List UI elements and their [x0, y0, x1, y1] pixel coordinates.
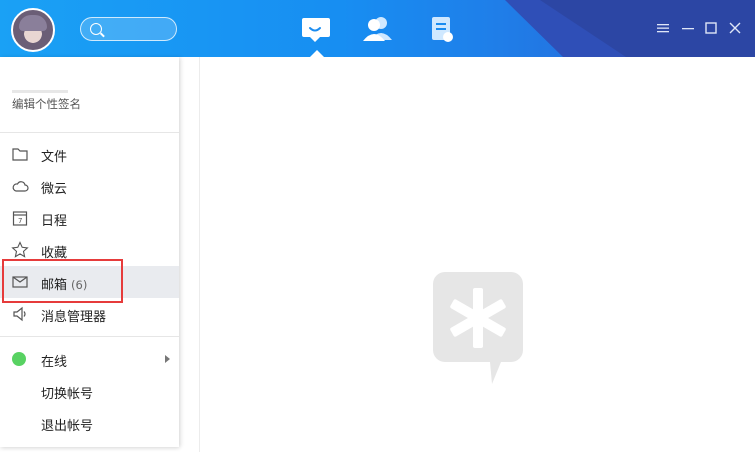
maximize-button[interactable] — [704, 20, 718, 34]
menu-item-label: 退出帐号 — [41, 419, 94, 434]
online-status-icon — [12, 352, 26, 366]
tab-messages[interactable] — [298, 14, 332, 44]
selected-tab-indicator — [310, 50, 324, 57]
menu-item-weiyun[interactable]: 微云 — [0, 170, 179, 202]
empty-state-logo-icon — [433, 272, 523, 384]
menu-item-label: 在线 — [41, 355, 68, 370]
cloud-icon — [12, 181, 29, 192]
title-bar — [0, 0, 755, 57]
speaker-icon — [13, 306, 26, 322]
menu-item-label: 切换帐号 — [41, 387, 94, 402]
content-divider — [199, 57, 200, 452]
folder-icon — [12, 148, 28, 161]
search-box[interactable] — [80, 17, 177, 41]
star-icon — [11, 241, 29, 258]
svg-text:7: 7 — [18, 217, 22, 225]
menu-item-logout[interactable]: 退出帐号 — [0, 407, 179, 439]
menu-item-label: 日程 — [41, 214, 68, 229]
submenu-arrow-icon — [165, 355, 170, 363]
menu-icon — [657, 24, 669, 33]
search-input[interactable] — [107, 21, 171, 37]
tab-space[interactable] — [425, 14, 459, 44]
divider — [0, 132, 179, 133]
close-icon — [729, 22, 741, 34]
close-button[interactable] — [728, 20, 742, 34]
maximize-icon — [705, 22, 717, 34]
menu-button[interactable] — [656, 20, 670, 34]
avatar[interactable] — [11, 8, 55, 52]
profile-menu-panel: 编辑个性签名 文件 微云 7 日程 收藏 邮箱 (6) 消息管理器 在线 切换帐… — [0, 57, 179, 447]
menu-item-switch-account[interactable]: 切换帐号 — [0, 375, 179, 407]
notes-icon — [432, 17, 453, 42]
search-icon — [90, 23, 102, 35]
highlight-annotation — [2, 259, 123, 303]
chat-bubble-icon — [302, 18, 330, 42]
menu-item-label: 文件 — [41, 150, 68, 165]
menu-item-label: 微云 — [41, 182, 68, 197]
menu-item-online-status[interactable]: 在线 — [0, 343, 179, 375]
calendar-icon: 7 — [12, 211, 28, 226]
menu-item-label: 消息管理器 — [41, 310, 107, 325]
tab-contacts[interactable] — [361, 14, 395, 44]
contacts-icon — [363, 17, 392, 41]
minimize-icon — [682, 28, 694, 30]
divider — [0, 336, 179, 337]
minimize-button[interactable] — [681, 20, 695, 34]
signature-underline — [12, 90, 68, 93]
menu-item-file[interactable]: 文件 — [0, 138, 179, 170]
menu-item-schedule[interactable]: 7 日程 — [0, 202, 179, 234]
signature-field[interactable]: 编辑个性签名 — [12, 96, 81, 112]
